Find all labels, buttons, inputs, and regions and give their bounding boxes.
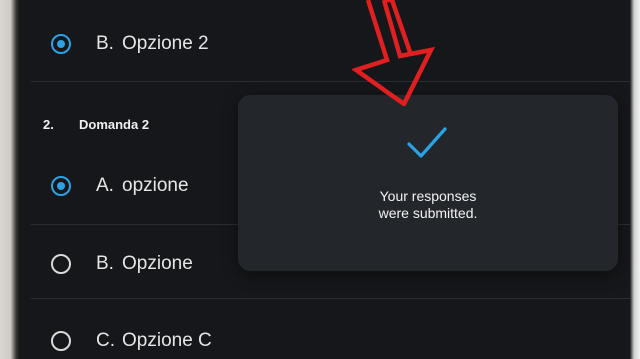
toast-message-line-1: Your responses [379, 188, 477, 204]
radio-button-selected[interactable] [51, 34, 71, 54]
option-text: Opzione C [122, 330, 212, 351]
question-title: Domanda 2 [79, 117, 150, 132]
option-letter: C. [96, 330, 115, 351]
option-row-c[interactable]: C. Opzione C [19, 313, 630, 359]
option-text: Opzione [122, 253, 193, 274]
question-number: 2. [43, 117, 54, 132]
photo-left-margin [0, 0, 19, 359]
option-row-prev-b[interactable]: B. Opzione 2 [19, 16, 630, 72]
photo-frame: B. Opzione 2 2. Domanda 2 A. opzione B. … [0, 0, 640, 359]
checkmark-icon [407, 127, 447, 158]
divider [31, 81, 630, 82]
toast-message: Your responses were submitted. [238, 188, 618, 222]
photo-right-margin [630, 0, 640, 359]
option-letter: B. [96, 33, 114, 54]
red-arrow-down-icon [352, 0, 436, 106]
form-screen: B. Opzione 2 2. Domanda 2 A. opzione B. … [19, 0, 630, 359]
divider [31, 298, 630, 299]
option-text: Opzione 2 [122, 33, 209, 54]
toast-message-line-2: were submitted. [378, 205, 478, 221]
option-text: opzione [122, 175, 189, 196]
radio-button[interactable] [51, 254, 71, 274]
option-letter: B. [96, 253, 114, 274]
radio-button[interactable] [51, 331, 71, 351]
option-letter: A. [96, 175, 114, 196]
radio-button-selected[interactable] [51, 176, 71, 196]
submission-toast: Your responses were submitted. [238, 95, 618, 271]
